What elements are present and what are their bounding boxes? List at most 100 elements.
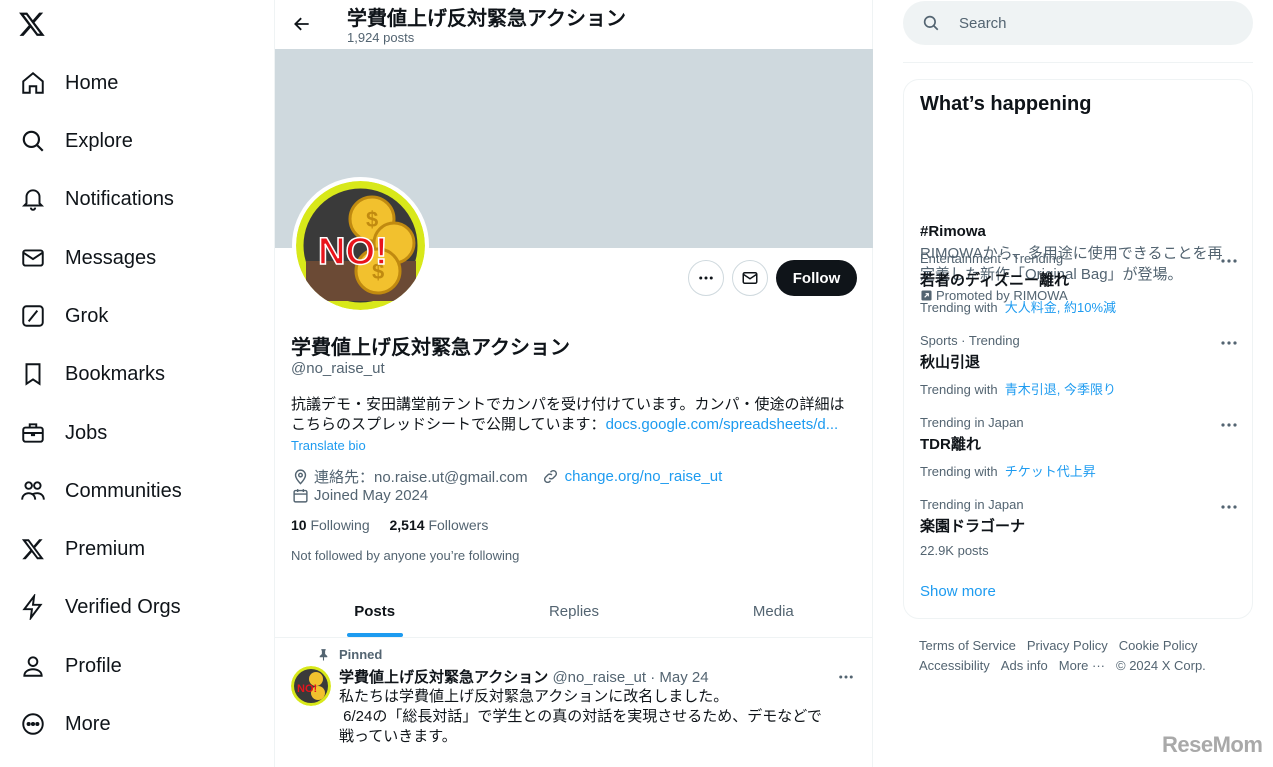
footer-link-ads-info[interactable]: Ads info xyxy=(1001,658,1048,673)
trend-with: Trending with 青木引退, 今季限り xyxy=(920,379,1240,398)
nav-label: Bookmarks xyxy=(65,362,166,385)
footer-links-row: Terms of Service Privacy Policy Cookie P… xyxy=(919,638,1209,653)
trend-item[interactable]: Trending in Japan TDR離れ Trending with チケ… xyxy=(920,415,1240,487)
trend-more-icon[interactable] xyxy=(1218,418,1240,432)
nav-item-communities[interactable]: Communities xyxy=(12,469,190,513)
mail-icon xyxy=(742,272,758,284)
footer-links-row: Accessibility Ads info More ··· © 2024 X… xyxy=(919,658,1217,673)
trend-name: 楽園ドラゴーナ xyxy=(920,518,1026,535)
tab-replies[interactable]: Replies xyxy=(474,585,673,637)
post-separator-dot: · xyxy=(650,669,656,686)
trend-with-tags[interactable]: 大人料金, 約10%減 xyxy=(1005,300,1116,315)
location-pin-icon xyxy=(291,467,309,485)
show-more-link[interactable]: Show more xyxy=(920,583,996,600)
nav-item-verified-orgs[interactable]: Verified Orgs xyxy=(12,585,189,629)
profile-avatar[interactable]: $ $ NO! xyxy=(292,177,429,314)
lightning-icon xyxy=(20,594,46,620)
post-author-handle[interactable]: @no_raise_ut xyxy=(552,669,646,686)
profile-location: 連絡先：no.raise.ut@gmail.com xyxy=(314,468,528,486)
back-arrow-icon[interactable] xyxy=(287,9,317,39)
post-author-name[interactable]: 学費値上げ反対緊急アクション xyxy=(339,669,548,686)
trend-with-label: Trending with xyxy=(920,382,998,397)
trend-context: Entertainment · Trending xyxy=(920,251,1064,266)
more-options-button[interactable] xyxy=(688,260,724,296)
trend-more-icon[interactable] xyxy=(1218,336,1240,350)
trend-item[interactable]: Trending in Japan 楽園ドラゴーナ 22.9K posts xyxy=(920,497,1240,569)
trend-with-tags[interactable]: 青木引退, 今季限り xyxy=(1005,382,1116,397)
promoted-trend-name[interactable]: #Rimowa xyxy=(920,223,986,240)
nav-item-more[interactable]: More xyxy=(12,702,119,746)
follow-button[interactable]: Follow xyxy=(776,260,857,296)
avatar-no-text: NO! xyxy=(318,231,388,273)
footer-link-privacy[interactable]: Privacy Policy xyxy=(1027,638,1108,653)
follow-stats: 10 Following 2,514 Followers xyxy=(291,517,488,533)
following-link[interactable]: 10 Following xyxy=(291,517,370,533)
trend-context: Trending in Japan xyxy=(920,497,1024,512)
footer-link-accessibility[interactable]: Accessibility xyxy=(919,658,990,673)
following-count: 10 xyxy=(291,517,307,533)
post-header: 学費値上げ反対緊急アクション @no_raise_ut · May 24 xyxy=(339,666,709,687)
post-count: 1,924 posts xyxy=(347,30,415,45)
bio-text: こちらのスプレッドシートで公開しています： xyxy=(291,416,606,433)
communities-icon xyxy=(20,478,46,504)
briefcase-icon xyxy=(20,420,46,446)
person-icon xyxy=(20,653,46,679)
nav-label: Grok xyxy=(65,304,109,327)
trend-item[interactable]: Entertainment · Trending 若者のディズニー離れ Tren… xyxy=(920,251,1240,323)
pinned-indicator: Pinned xyxy=(315,646,382,662)
tab-media[interactable]: Media xyxy=(674,585,873,637)
translate-bio-link[interactable]: Translate bio xyxy=(291,438,366,453)
profile-meta-row: 連絡先：no.raise.ut@gmail.com change.org/no_… xyxy=(291,466,722,486)
bell-icon xyxy=(20,186,46,212)
nav-label: Communities xyxy=(65,479,182,502)
search-input[interactable] xyxy=(959,14,1239,32)
x-logo-icon[interactable] xyxy=(17,9,47,39)
footer-link-cookie[interactable]: Cookie Policy xyxy=(1119,638,1198,653)
trend-item[interactable]: Sports · Trending 秋山引退 Trending with 青木引… xyxy=(920,333,1240,405)
trend-with: Trending with チケット代上昇 xyxy=(920,461,1240,480)
footer-link-more[interactable]: More ··· xyxy=(1059,658,1105,673)
link-icon xyxy=(542,467,560,485)
tab-posts[interactable]: Posts xyxy=(275,585,474,637)
nav-label: Verified Orgs xyxy=(65,595,181,618)
nav-item-messages[interactable]: Messages xyxy=(12,236,164,280)
bio-link[interactable]: docs.google.com/spreadsheets/d... xyxy=(606,416,839,433)
trend-name: 若者のディズニー離れ xyxy=(920,272,1069,289)
footer-link-terms[interactable]: Terms of Service xyxy=(919,638,1016,653)
profile-header-bar: 学費値上げ反対緊急アクション 1,924 posts xyxy=(275,0,873,49)
post-text: 私たちは学費値上げ反対緊急アクションに改名しました。 6/24の「総長対話」で学… xyxy=(339,687,849,747)
nav-item-explore[interactable]: Explore xyxy=(12,119,141,163)
nav-label: Jobs xyxy=(65,421,108,444)
nav-item-bookmarks[interactable]: Bookmarks xyxy=(12,352,173,396)
post-line: 私たちは学費値上げ反対緊急アクションに改名しました。 xyxy=(339,688,729,705)
post-avatar[interactable]: NO! xyxy=(291,666,331,706)
post-date[interactable]: May 24 xyxy=(659,669,708,686)
bookmark-icon xyxy=(20,361,46,387)
trend-with-tags[interactable]: チケット代上昇 xyxy=(1005,464,1096,479)
profile-handle: @no_raise_ut xyxy=(291,360,385,377)
divider xyxy=(903,62,1253,63)
bio-line: こちらのスプレッドシートで公開しています：docs.google.com/spr… xyxy=(291,415,861,435)
trend-more-icon[interactable] xyxy=(1218,500,1240,514)
message-button[interactable] xyxy=(732,260,768,296)
nav-item-notifications[interactable]: Notifications xyxy=(12,177,182,221)
nav-item-grok[interactable]: Grok xyxy=(12,294,116,338)
nav-item-jobs[interactable]: Jobs xyxy=(12,411,115,455)
nav-item-home[interactable]: Home xyxy=(12,61,126,105)
trend-more-icon[interactable] xyxy=(1218,254,1240,268)
nav-item-premium[interactable]: Premium xyxy=(12,527,153,571)
pin-icon xyxy=(315,646,331,662)
post-more-icon[interactable] xyxy=(835,666,857,688)
more-dots-icon xyxy=(699,276,713,280)
calendar-icon xyxy=(291,486,309,504)
followers-label: Followers xyxy=(428,517,489,533)
grok-icon xyxy=(20,303,46,329)
profile-tabs: Posts Replies Media xyxy=(275,585,873,638)
search-icon xyxy=(20,128,46,154)
bio-line: 抗議デモ・安田講堂前テントでカンパを受け付けています。カンパ・使途の詳細は xyxy=(291,396,845,413)
profile-website-link[interactable]: change.org/no_raise_ut xyxy=(565,468,723,485)
followers-link[interactable]: 2,514 Followers xyxy=(390,517,489,533)
nav-item-profile[interactable]: Profile xyxy=(12,644,130,688)
nav-label: Home xyxy=(65,71,119,94)
search-box[interactable] xyxy=(903,1,1253,45)
